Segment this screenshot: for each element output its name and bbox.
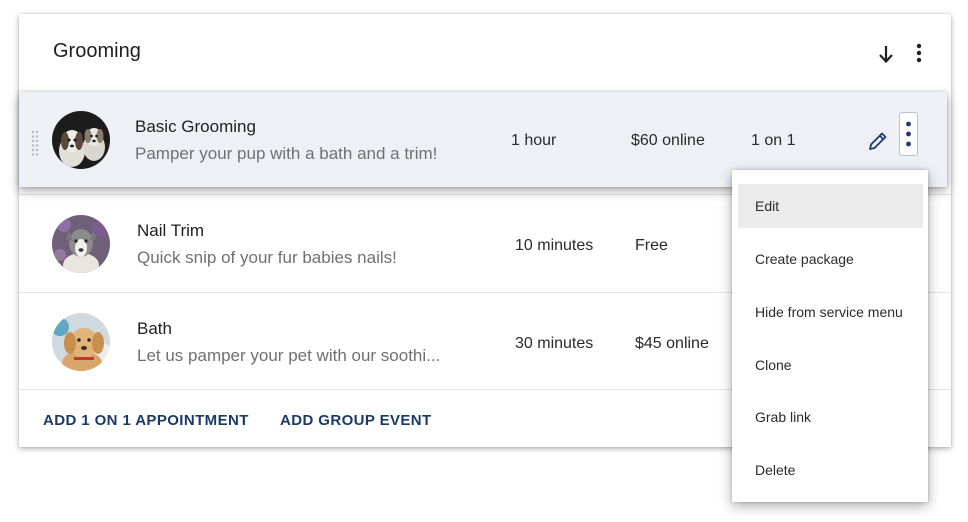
vertical-ellipsis-icon[interactable]: [910, 42, 928, 66]
service-price: $45 online: [635, 335, 709, 352]
service-avatar: [52, 215, 110, 273]
service-name: Basic Grooming: [135, 117, 256, 136]
category-title: Grooming: [53, 40, 141, 62]
service-price: $60 online: [631, 132, 705, 149]
service-name: Nail Trim: [137, 221, 205, 240]
menu-item-delete[interactable]: Delete: [738, 448, 923, 492]
menu-item-create-package[interactable]: Create package: [738, 237, 923, 281]
service-avatar: [52, 313, 110, 371]
service-description: Quick snip of your fur babies nails!: [137, 248, 397, 267]
service-description: Pamper your pup with a bath and a trim!: [135, 144, 438, 163]
service-avatar: [52, 111, 110, 169]
service-name: Bath: [137, 319, 172, 338]
row-context-menu: Edit Create package Hide from service me…: [732, 170, 928, 502]
arrow-down-icon[interactable]: [872, 42, 900, 66]
service-type: 1 on 1: [751, 132, 796, 149]
service-price: Free: [635, 237, 668, 254]
card-header: Grooming: [19, 14, 951, 90]
service-duration: 1 hour: [511, 132, 557, 149]
menu-item-clone[interactable]: Clone: [738, 343, 923, 387]
menu-item-hide-from-service-menu[interactable]: Hide from service menu: [738, 290, 923, 334]
pencil-icon[interactable]: [866, 129, 890, 153]
add-appointment-link[interactable]: ADD 1 ON 1 APPOINTMENT: [43, 412, 249, 429]
add-group-event-link[interactable]: ADD GROUP EVENT: [280, 412, 432, 429]
menu-item-edit[interactable]: Edit: [738, 184, 923, 228]
menu-item-grab-link[interactable]: Grab link: [738, 395, 923, 439]
service-duration: 10 minutes: [515, 237, 594, 254]
service-description: Let us pamper your pet with our soothi..…: [137, 346, 441, 365]
row-more-button[interactable]: [899, 112, 918, 156]
service-duration: 30 minutes: [515, 335, 594, 352]
vertical-ellipsis-icon: [906, 121, 911, 147]
drag-handle-icon[interactable]: [31, 130, 39, 156]
